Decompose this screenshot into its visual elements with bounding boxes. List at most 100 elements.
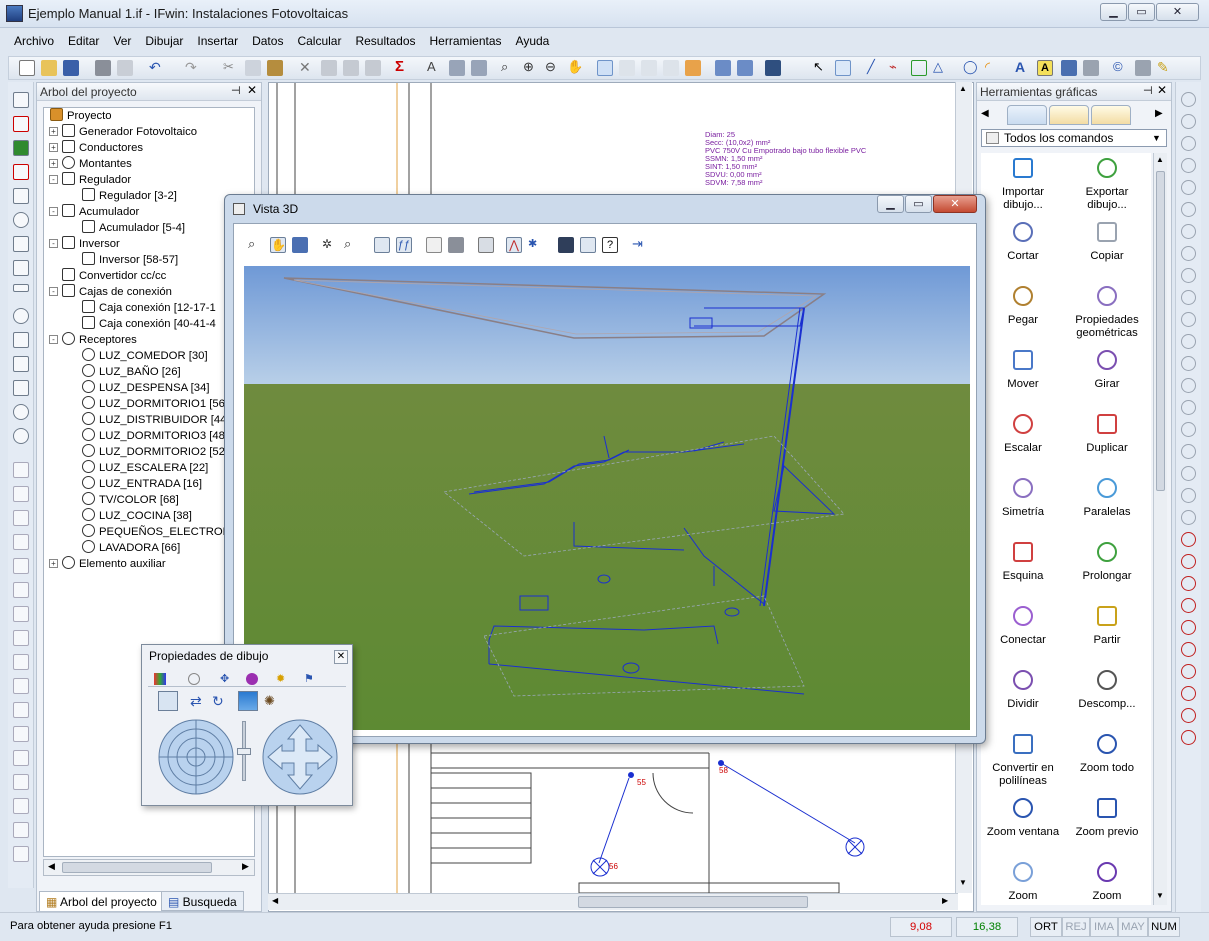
snap-polar-icon[interactable]	[1181, 444, 1196, 459]
bring-front-icon[interactable]	[13, 774, 29, 790]
scroll-right-icon[interactable]: ▶	[942, 896, 948, 905]
line-red-icon[interactable]	[1181, 554, 1196, 569]
tool-button[interactable]: Convertir en polilíneas	[981, 729, 1065, 793]
snap-node-icon[interactable]	[1181, 158, 1196, 173]
text-insert-icon[interactable]: A	[1015, 60, 1031, 76]
edit-icon[interactable]	[321, 60, 337, 76]
collapse-icon[interactable]: -	[49, 335, 58, 344]
pencil-icon[interactable]: ✎	[1157, 60, 1173, 76]
line-red3-icon[interactable]	[1181, 686, 1196, 701]
tree-item[interactable]: Inversor [58-57]	[82, 252, 178, 268]
new-file-icon[interactable]	[19, 60, 35, 76]
pin-icon[interactable]: ⊣	[231, 84, 241, 97]
minimize-icon[interactable]: ▁	[1100, 3, 1127, 21]
spiral2-icon[interactable]	[1181, 642, 1196, 657]
conductor-line-icon[interactable]	[13, 284, 29, 292]
scroll-up-icon[interactable]: ▲	[959, 84, 967, 93]
spiral-icon[interactable]	[1181, 620, 1196, 635]
tree-item[interactable]: Regulador [3-2]	[82, 188, 177, 204]
measure-nm-icon[interactable]	[1181, 532, 1196, 547]
align-middle-icon[interactable]	[13, 558, 29, 574]
converter-icon[interactable]	[13, 356, 29, 372]
flag-tab-icon[interactable]: ⚑	[304, 672, 314, 685]
snap-none-icon[interactable]	[1181, 378, 1196, 393]
snap-ext-icon[interactable]	[1181, 224, 1196, 239]
snap-flag[interactable]: IMA	[1090, 917, 1118, 937]
scroll-thumb[interactable]	[578, 896, 808, 908]
tree-item[interactable]: LUZ_DORMITORIO2 [52	[82, 444, 225, 460]
tree-item[interactable]: Convertidor cc/cc	[62, 268, 166, 284]
texture-icon[interactable]	[580, 237, 596, 253]
tab-notes-icon[interactable]	[1049, 105, 1089, 125]
montante-icon[interactable]	[13, 308, 29, 324]
send-back-icon[interactable]	[13, 798, 29, 814]
move-tab-icon[interactable]: ✥	[220, 672, 229, 685]
loop-icon[interactable]	[1181, 730, 1196, 745]
tree-item[interactable]: LUZ_ESCALERA [22]	[82, 460, 208, 476]
lock-icon[interactable]	[13, 846, 29, 862]
tool-button[interactable]: Zoom	[981, 857, 1065, 905]
snap-perp-icon[interactable]	[1181, 246, 1196, 261]
collapse-icon[interactable]: -	[49, 175, 58, 184]
zoom-in-icon[interactable]: ⊕	[523, 60, 539, 76]
polyline-icon[interactable]: ⌁	[889, 60, 905, 76]
expand-icon[interactable]: +	[49, 143, 58, 152]
panel-close-icon[interactable]: ✕	[1157, 83, 1167, 97]
pan-hand-icon[interactable]: ✋	[567, 60, 583, 76]
tool-button[interactable]: Cortar	[981, 217, 1065, 281]
riser-icon[interactable]	[13, 164, 29, 180]
text-icon[interactable]: A	[427, 60, 443, 76]
tree-item[interactable]: - Regulador	[49, 172, 131, 188]
tool-button[interactable]: Mover	[981, 345, 1065, 409]
close-icon[interactable]: ✕	[933, 195, 977, 213]
menu-dibujar[interactable]: Dibujar	[139, 32, 189, 50]
open-folder-icon[interactable]	[41, 60, 57, 76]
dimension-icon[interactable]	[1061, 60, 1077, 76]
tab-busqueda[interactable]: ▤ Busqueda	[161, 891, 244, 911]
select-window-icon[interactable]	[835, 60, 851, 76]
tool-button[interactable]: Exportar dibujo...	[1065, 153, 1149, 217]
scroll-up-icon[interactable]: ▲	[1156, 155, 1164, 164]
collapse-icon[interactable]: -	[49, 207, 58, 216]
snap-angle-icon[interactable]	[1181, 466, 1196, 481]
rotation-dial[interactable]	[156, 717, 236, 797]
receptor-icon[interactable]	[13, 428, 29, 444]
snap-icon[interactable]	[641, 60, 657, 76]
collapse-icon[interactable]: -	[49, 287, 58, 296]
maximize-icon[interactable]: ▭	[905, 195, 932, 213]
layers-icon[interactable]	[448, 237, 464, 253]
tool-button[interactable]: Girar	[1065, 345, 1149, 409]
close-icon[interactable]: ✕	[1156, 3, 1199, 21]
align-left-icon[interactable]	[13, 462, 29, 478]
objects-icon[interactable]: ✱	[528, 237, 544, 253]
tool-button[interactable]: Copiar	[1065, 217, 1149, 281]
refresh-icon[interactable]: ↻	[212, 693, 224, 710]
angle-icon[interactable]	[1181, 708, 1196, 723]
exit-icon[interactable]: ⇥	[632, 237, 648, 253]
tool-button[interactable]: Esquina	[981, 537, 1065, 601]
regulator-icon[interactable]	[13, 236, 29, 252]
tree-item[interactable]: + Conductores	[49, 140, 143, 156]
light-tab-icon[interactable]: ✹	[276, 672, 285, 685]
zoom-icon[interactable]: ⌕	[501, 60, 517, 76]
tool-button[interactable]: Propiedades geométricas	[1065, 281, 1149, 345]
scroll-down-icon[interactable]: ▼	[959, 878, 967, 887]
symbol-icon[interactable]: ©	[1113, 60, 1129, 76]
inverter-icon[interactable]	[13, 332, 29, 348]
snap-near-icon[interactable]	[1181, 290, 1196, 305]
undo-icon[interactable]: ↶	[149, 60, 165, 76]
tool-button[interactable]: Prolongar	[1065, 537, 1149, 601]
tool-button[interactable]: Partir	[1065, 601, 1149, 665]
maximize-icon[interactable]: ▭	[1128, 3, 1155, 21]
settings-icon[interactable]	[558, 237, 574, 253]
command-filter-select[interactable]: Todos los comandos ▼	[981, 129, 1167, 147]
tab-info-icon[interactable]	[1091, 105, 1131, 125]
tree-item[interactable]: - Inversor	[49, 236, 120, 252]
menu-datos[interactable]: Datos	[246, 32, 289, 50]
menu-resultados[interactable]: Resultados	[349, 32, 421, 50]
tool-button[interactable]: Duplicar	[1065, 409, 1149, 473]
tree-item[interactable]: + Generador Fotovoltaico	[49, 124, 197, 140]
light-source-icon[interactable]: ✺	[264, 693, 275, 709]
grid-icon[interactable]	[478, 237, 494, 253]
tree-item[interactable]: LUZ_ENTRADA [16]	[82, 476, 202, 492]
